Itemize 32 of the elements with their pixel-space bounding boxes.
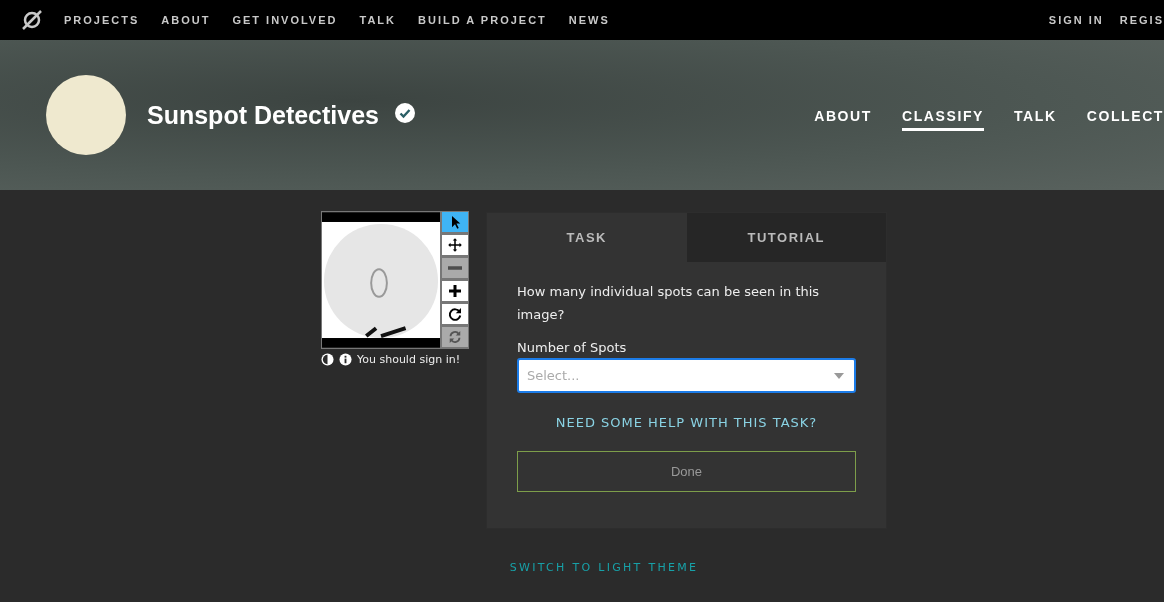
zoom-in-tool-button[interactable] bbox=[442, 281, 468, 301]
pointer-tool-button[interactable] bbox=[442, 212, 468, 232]
nav-link[interactable]: TALK bbox=[359, 14, 396, 26]
info-icon[interactable] bbox=[339, 353, 352, 366]
nav-link[interactable]: PROJECTS bbox=[64, 14, 140, 26]
zoom-out-icon bbox=[448, 266, 462, 270]
panel-tab[interactable]: TUTORIAL bbox=[686, 213, 886, 262]
task-question: How many individual spots can be seen in this image? bbox=[517, 283, 821, 324]
sign-in-notice: You should sign in! bbox=[357, 353, 461, 366]
move-tool-button[interactable] bbox=[442, 235, 468, 255]
project-nav-link[interactable]: COLLECT bbox=[1086, 107, 1164, 131]
logo-icon[interactable] bbox=[22, 10, 42, 30]
theme-switch-link[interactable]: SWITCH TO LIGHT THEME bbox=[509, 561, 699, 574]
account-link[interactable]: SIGN IN bbox=[1048, 14, 1104, 26]
spots-dropdown[interactable]: Select... bbox=[517, 358, 856, 393]
nav-link[interactable]: NEWS bbox=[568, 14, 610, 26]
nav-link[interactable]: ABOUT bbox=[161, 14, 211, 26]
zoom-in-icon bbox=[446, 282, 464, 300]
account-link[interactable]: REGIS bbox=[1119, 14, 1164, 26]
field-label: Number of Spots bbox=[517, 340, 628, 355]
nav-link[interactable]: BUILD A PROJECT bbox=[418, 14, 547, 26]
project-title: Sunspot Detectives bbox=[147, 100, 379, 130]
caret-icon bbox=[834, 373, 844, 379]
project-nav-link[interactable]: ABOUT bbox=[814, 107, 872, 131]
rotate-icon bbox=[446, 305, 464, 323]
nav-link[interactable]: GET INVOLVED bbox=[232, 14, 338, 26]
rotate-tool-button[interactable] bbox=[442, 304, 468, 324]
project-nav-link[interactable]: CLASSIFY bbox=[901, 107, 984, 131]
help-link[interactable]: NEED SOME HELP WITH THIS TASK? bbox=[517, 415, 856, 430]
contrast-icon[interactable] bbox=[321, 353, 334, 366]
project-nav-link[interactable]: TALK bbox=[1014, 107, 1057, 131]
move-icon bbox=[446, 236, 464, 254]
